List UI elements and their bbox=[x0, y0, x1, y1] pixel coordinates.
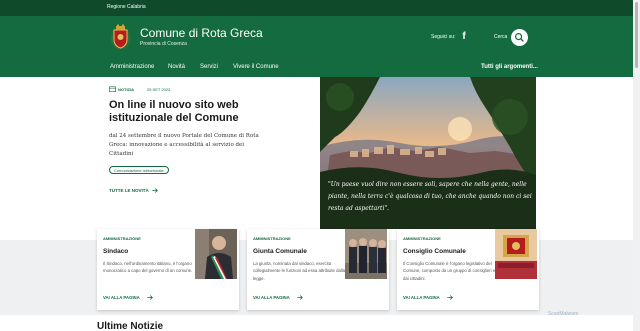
card-text: Il Consiglio Comunale è l'organo legisla… bbox=[403, 261, 502, 281]
arrow-right-icon bbox=[297, 295, 303, 300]
arrow-right-icon bbox=[447, 295, 453, 300]
brand-header: Comune di Rota Greca Provincia di Cosenz… bbox=[0, 16, 633, 60]
arrow-right-icon bbox=[152, 188, 158, 193]
crest-icon[interactable] bbox=[110, 24, 131, 50]
latest-news-heading: Ultime Notizie bbox=[97, 321, 164, 331]
hero-description: dal 24 settembre il nuovo Portale del Co… bbox=[109, 133, 259, 157]
hero-date: 25 SET 2023 bbox=[147, 87, 171, 92]
nav-item-servizi[interactable]: Servizi bbox=[200, 64, 218, 70]
hero-title[interactable]: On line il nuovo sito web istituzionale … bbox=[109, 99, 299, 125]
scrollbar-thumb[interactable] bbox=[635, 2, 638, 68]
main-nav: Amministrazione Novità Servizi Vivere il… bbox=[0, 60, 633, 77]
search-icon bbox=[514, 32, 524, 42]
search-button[interactable] bbox=[511, 29, 528, 46]
card-title[interactable]: Sindaco bbox=[103, 248, 128, 255]
nav-item-novita[interactable]: Novità bbox=[168, 64, 185, 70]
site-title[interactable]: Comune di Rota Greca bbox=[140, 26, 263, 40]
card-text: Il Sindaco, nell'ordinamento italiano, è… bbox=[103, 261, 193, 274]
giunta-photo bbox=[345, 229, 387, 279]
calendar-icon bbox=[109, 86, 116, 92]
card-link[interactable]: VAI ALLA PAGINA bbox=[253, 295, 290, 300]
card-category: AMMINISTRAZIONE bbox=[103, 236, 141, 241]
search-label: Cerca bbox=[494, 34, 508, 40]
card-consiglio[interactable]: AMMINISTRAZIONE Consiglio Comunale Il Co… bbox=[397, 229, 539, 310]
card-sindaco[interactable]: AMMINISTRAZIONE Sindaco Il Sindaco, nell… bbox=[97, 229, 239, 310]
hero-quote: "Un paese vuol dire non essere soli, sap… bbox=[328, 181, 532, 212]
nav-item-vivere-il-comune[interactable]: Vivere il Comune bbox=[233, 64, 279, 70]
slim-header: Regione Calabria bbox=[0, 0, 633, 16]
card-category: AMMINISTRAZIONE bbox=[403, 236, 441, 241]
card-text: La giunta, nominata dal sindaco, esercit… bbox=[253, 261, 346, 281]
card-link[interactable]: VAI ALLA PAGINA bbox=[103, 295, 140, 300]
site-subtitle: Provincia di Cosenza bbox=[140, 41, 187, 47]
facebook-icon[interactable]: f bbox=[459, 31, 469, 43]
nav-item-amministrazione[interactable]: Amministrazione bbox=[110, 64, 154, 70]
nav-all-topics[interactable]: Tutti gli argomenti... bbox=[481, 64, 538, 70]
hero-tag-chip[interactable]: Comunicazione istituzionale bbox=[109, 166, 169, 174]
arrow-right-icon bbox=[147, 295, 153, 300]
card-title[interactable]: Giunta Comunale bbox=[253, 248, 307, 255]
follow-label: Seguici su: bbox=[431, 34, 456, 40]
hero-category: NOTIZIA bbox=[118, 87, 134, 92]
card-giunta[interactable]: AMMINISTRAZIONE Giunta Comunale La giunt… bbox=[247, 229, 389, 310]
card-link[interactable]: VAI ALLA PAGINA bbox=[403, 295, 440, 300]
card-category: AMMINISTRAZIONE bbox=[253, 236, 291, 241]
consiglio-photo bbox=[495, 229, 537, 279]
all-news-link[interactable]: TUTTE LE NOVITÀ bbox=[109, 188, 149, 193]
card-title[interactable]: Consiglio Comunale bbox=[403, 248, 466, 255]
scanmalware-watermark: ScanMalware bbox=[548, 311, 579, 317]
region-link[interactable]: Regione Calabria bbox=[107, 4, 146, 10]
sindaco-photo bbox=[195, 229, 237, 279]
